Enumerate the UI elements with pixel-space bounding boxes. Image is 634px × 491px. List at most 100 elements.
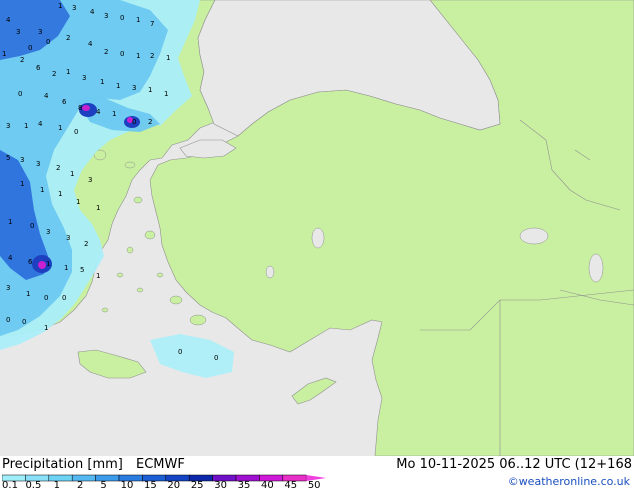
precip-value-label: 4 [88, 40, 93, 48]
precip-value-label: 2 [148, 118, 152, 126]
legend-tick-label: 25 [190, 480, 204, 491]
precip-value-label: 1 [2, 50, 6, 58]
precip-value-label: 1 [40, 186, 44, 194]
legend-tick-label: 35 [237, 480, 251, 491]
intense-rain-cell-3 [38, 261, 46, 269]
precip-value-label: 3 [46, 228, 50, 236]
precip-value-label: 0 [74, 128, 78, 136]
precip-value-label: 1 [8, 218, 12, 226]
precip-value-label: 6 [36, 64, 41, 72]
legend-swatch [48, 474, 73, 482]
precip-value-label: 4 [96, 108, 101, 116]
precip-value-label: 2 [56, 164, 60, 172]
precip-value-label: 3 [104, 12, 108, 20]
precip-value-label: 0 [132, 118, 136, 126]
legend-tick-label: 40 [261, 480, 274, 491]
precip-value-label: 0 [30, 222, 34, 230]
precip-value-label: 1 [58, 124, 62, 132]
precip-value-label: 1 [112, 110, 116, 118]
precip-value-label: 0 [44, 294, 48, 302]
legend-tick-label: 5 [100, 480, 107, 491]
map-title: Precipitation [mm] [2, 457, 123, 472]
precip-value-label: 1 [64, 264, 68, 272]
precip-value-label: 2 [104, 48, 108, 56]
precip-value-label: 0 [6, 316, 10, 324]
precip-value-label: 4 [8, 254, 13, 262]
precip-value-label: 0 [178, 348, 182, 356]
precip-value-label: 0 [120, 50, 124, 58]
map-canvas: 431 3 4 3 0 1 7300 242 0 1 2 11262 13 1 1 3 1 10 468 4 10 23 1… [0, 0, 634, 456]
lake-east [588, 253, 604, 283]
legend-swatch [95, 474, 120, 482]
precip-value-label: 1 [100, 78, 104, 86]
precip-value-label: 1 [164, 90, 168, 98]
precip-value-label: 5 [6, 154, 10, 162]
precip-value-label: 1 [96, 204, 100, 212]
legend-tick-label: 30 [214, 480, 227, 491]
precip-value-label: 3 [38, 28, 42, 36]
precip-value-label: 1 [70, 170, 74, 178]
precip-value-label: 2 [20, 56, 24, 64]
precip-value-label: 1 [46, 260, 50, 268]
precip-value-label: 3 [66, 234, 70, 242]
legend-tick-label: 0.5 [25, 480, 42, 491]
precip-value-label: 6 [28, 258, 33, 266]
intense-rain-cell-1 [82, 105, 90, 111]
precip-value-label: 1 [66, 68, 70, 76]
precip-value-label: 3 [36, 160, 40, 168]
precip-value-label: 4 [90, 8, 95, 16]
precip-value-label: 1 [136, 52, 140, 60]
precip-value-label: 0 [214, 354, 218, 362]
precip-value-label: 3 [16, 28, 20, 36]
precip-value-label: 1 [116, 82, 120, 90]
precip-value-label: 3 [132, 84, 136, 92]
precip-value-label: 1 [96, 272, 100, 280]
legend-tick-label: 10 [120, 480, 134, 491]
precip-value-label: 1 [58, 2, 62, 10]
precip-value-label: 1 [24, 122, 28, 130]
precip-value-label: 1 [166, 54, 170, 62]
legend-swatch [71, 474, 96, 482]
legend-tick-label: 15 [144, 480, 157, 491]
precip-value-label: 0 [22, 318, 26, 326]
precipitation-map: 4313430173002420121126213113110468410231… [0, 0, 634, 456]
precip-value-label: 2 [52, 70, 56, 78]
precip-value-label: 8 [78, 104, 82, 112]
precip-value-label: 0 [62, 294, 66, 302]
legend-tick-label: 20 [167, 480, 181, 491]
precip-value-label: 4 [6, 16, 11, 24]
precip-value-label: 4 [44, 92, 49, 100]
precip-value-label: 5 [80, 266, 84, 274]
precip-value-label: 0 [18, 90, 22, 98]
precip-value-label: 2 [66, 34, 70, 42]
legend-tick-label: 50 [307, 480, 321, 491]
precip-value-label: 3 [6, 122, 10, 130]
precip-value-label: 1 [58, 190, 62, 198]
precip-value-label: 0 [28, 44, 32, 52]
legend-tick-label: 2 [77, 480, 84, 491]
precip-value-label: 1 [44, 324, 48, 332]
precip-value-label: 1 [148, 86, 152, 94]
precip-value-label: 1 [136, 16, 140, 24]
legend-tick-label: 1 [53, 480, 60, 491]
precip-value-label: 0 [120, 14, 124, 22]
precip-value-label: 3 [88, 176, 92, 184]
precip-value-label: 6 [62, 98, 67, 106]
legend-tick-label: 0.1 [2, 480, 18, 491]
precip-value-label: 4 [38, 120, 43, 128]
precip-value-label: 1 [76, 198, 80, 206]
lake-small [265, 265, 275, 279]
lake-van [519, 227, 549, 245]
model-name: ECMWF [136, 457, 185, 472]
precip-value-label: 1 [20, 180, 24, 188]
precip-value-label: 3 [72, 4, 76, 12]
precip-value-label: 1 [26, 290, 30, 298]
precip-value-label: 3 [82, 74, 86, 82]
precip-value-label: 3 [6, 284, 10, 292]
footer-bar: Precipitation [mm] ECMWF Mo 10-11-2025 0… [0, 456, 634, 491]
precip-value-label: 7 [150, 20, 154, 28]
credit-link[interactable]: ©weatheronline.co.uk [508, 475, 630, 488]
legend-tick-label: 45 [284, 480, 298, 491]
valid-datetime: Mo 10-11-2025 06..12 UTC (12+168 [396, 457, 632, 472]
lake-tuz [311, 227, 325, 249]
